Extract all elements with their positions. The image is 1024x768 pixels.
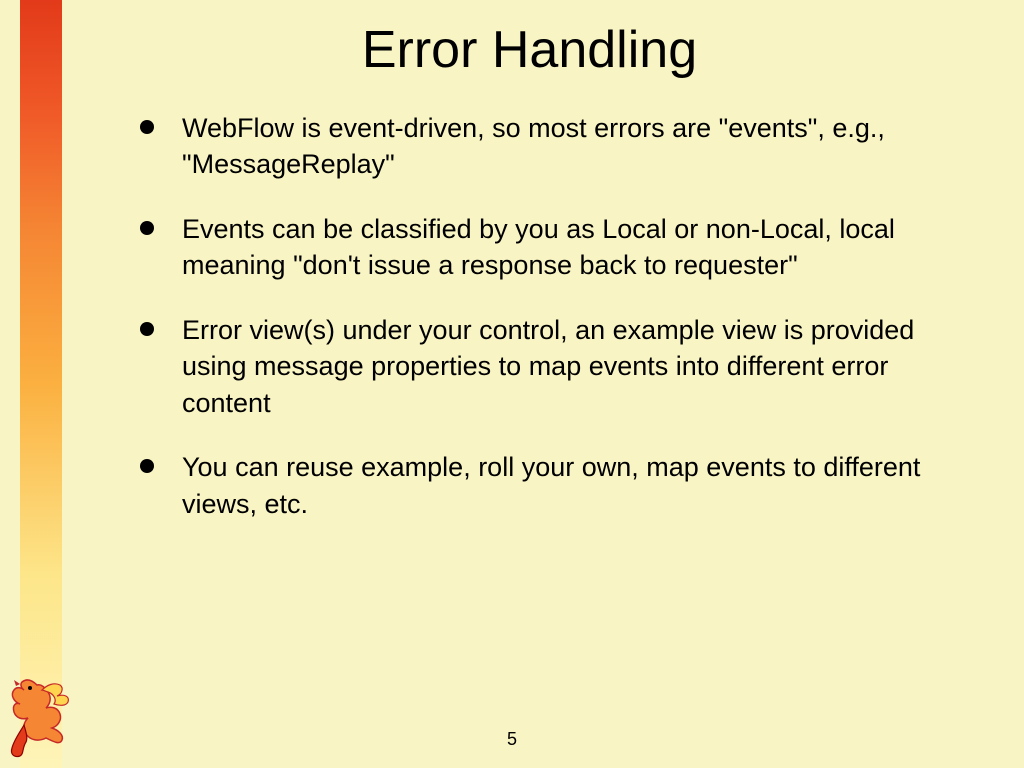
accent-bar [20,0,62,768]
bullet-item: WebFlow is event-driven, so most errors … [140,110,974,183]
slide-title: Error Handling [85,20,974,80]
bullet-item: Events can be classified by you as Local… [140,211,974,284]
bullet-item: You can reuse example, roll your own, ma… [140,449,974,522]
slide-content: Error Handling WebFlow is event-driven, … [85,20,974,550]
bullet-item: Error view(s) under your control, an exa… [140,312,974,421]
griffin-logo-icon [2,670,77,760]
bullet-list: WebFlow is event-driven, so most errors … [85,110,974,522]
page-number: 5 [0,729,1024,750]
